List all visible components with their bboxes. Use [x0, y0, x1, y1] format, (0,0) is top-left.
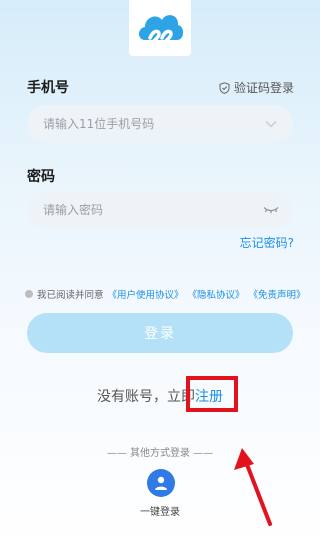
- cloud-logo-icon: [139, 15, 184, 46]
- password-input-box[interactable]: [27, 191, 293, 229]
- register-highlight-box: [186, 376, 238, 412]
- chevron-down-icon[interactable]: [263, 116, 279, 132]
- phone-label: 手机号: [27, 80, 69, 96]
- privacy-link[interactable]: 《隐私协议》: [188, 287, 245, 301]
- login-button[interactable]: 登录: [27, 313, 293, 353]
- password-input[interactable]: [41, 202, 263, 218]
- app-logo: [129, 0, 191, 56]
- user-icon: [155, 476, 167, 490]
- agreement-radio[interactable]: [25, 290, 33, 298]
- agreement-row: 我已阅读并同意 《用户使用协议》 《隐私协议》 《免责声明》: [25, 287, 306, 301]
- other-login-title: —— 其他方式登录 ——: [106, 448, 214, 459]
- forgot-password-link[interactable]: 忘记密码?: [240, 234, 294, 251]
- user-agreement-link[interactable]: 《用户使用协议》: [108, 287, 184, 301]
- shield-icon: [219, 81, 230, 94]
- one-key-login-button[interactable]: [147, 469, 175, 497]
- one-key-login-label: 一键登录: [140, 507, 180, 518]
- register-line: 没有账号，立即注册: [0, 386, 320, 406]
- eye-closed-icon[interactable]: [263, 202, 279, 218]
- phone-input-box[interactable]: [27, 105, 293, 143]
- disclaimer-link[interactable]: 《免责声明》: [249, 287, 306, 301]
- phone-input[interactable]: [41, 116, 263, 132]
- password-label: 密码: [27, 169, 55, 185]
- register-prefix: 没有账号，立即: [97, 389, 195, 405]
- code-login-link[interactable]: 验证码登录: [219, 79, 294, 96]
- code-login-label: 验证码登录: [233, 81, 294, 95]
- agreement-prefix: 我已阅读并同意: [37, 290, 104, 301]
